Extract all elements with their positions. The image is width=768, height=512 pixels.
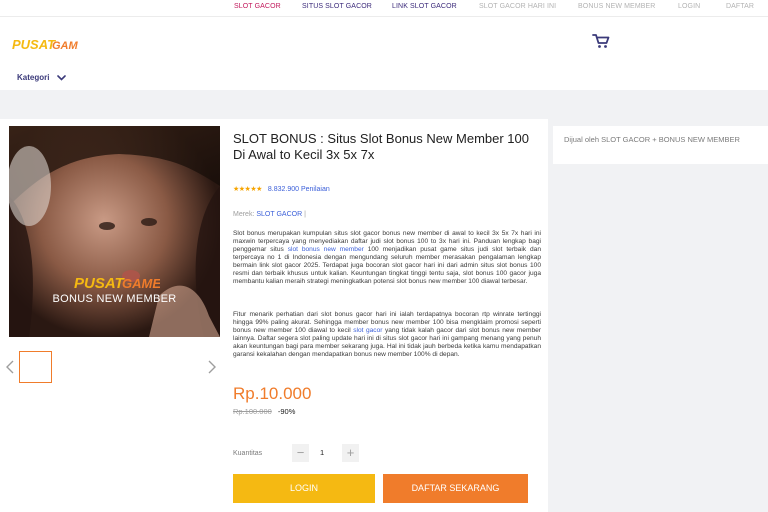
old-price-row: Rp.100.000 -90% xyxy=(233,407,295,416)
brand-separator: | xyxy=(304,211,306,218)
product-photo xyxy=(9,126,220,337)
svg-text:PUSAT: PUSAT xyxy=(74,275,126,292)
topnav-situs-slot-gacor[interactable]: SITUS SLOT GACOR xyxy=(302,3,372,10)
quantity-value[interactable]: 1 xyxy=(320,448,324,457)
top-nav: SLOT GACOR SITUS SLOT GACOR LINK SLOT GA… xyxy=(0,0,768,16)
site-logo[interactable]: PUSAT GAME xyxy=(12,35,78,53)
topnav-bonus-new-member[interactable]: BONUS NEW MEMBER xyxy=(578,3,655,10)
chevron-left-icon[interactable] xyxy=(6,360,14,374)
cart-icon[interactable] xyxy=(592,33,610,49)
brand-label: Merek: xyxy=(233,211,255,218)
original-price: Rp.100.000 xyxy=(233,407,272,416)
description-paragraph-2: Fitur menarik perhatian dari slot bonus … xyxy=(233,311,541,359)
rating-count[interactable]: 8.832.900 Penilaian xyxy=(268,186,330,193)
image-logo-mark: PUSAT GAME xyxy=(74,275,161,292)
price: Rp.10.000 xyxy=(233,384,312,403)
brand-row: Merek: SLOT GACOR | xyxy=(233,211,306,218)
description-paragraph-1: Slot bonus merupakan kumpulan situs slot… xyxy=(233,230,541,286)
chevron-right-icon[interactable] xyxy=(208,360,216,374)
svg-text:PUSAT: PUSAT xyxy=(12,37,56,52)
kategori-label: Kategori xyxy=(17,73,50,82)
topnav-login[interactable]: LOGIN xyxy=(678,3,700,10)
discount-badge: -90% xyxy=(277,407,296,416)
login-button[interactable]: LOGIN xyxy=(233,474,375,503)
svg-text:GAME: GAME xyxy=(52,40,78,52)
thumbnail-1[interactable] xyxy=(19,351,52,383)
topnav-daftar[interactable]: DAFTAR xyxy=(726,3,754,10)
topnav-slot-gacor-hari-ini[interactable]: SLOT GACOR HARI INI xyxy=(479,3,556,10)
desc2-link[interactable]: slot gacor xyxy=(353,327,382,334)
site-header: PUSAT GAME Kategori xyxy=(0,16,768,90)
desc1-link[interactable]: slot bonus new member xyxy=(288,246,364,253)
star-rating-icon: ★★★★★ xyxy=(233,186,262,193)
seller-box: Dijual oleh SLOT GACOR + BONUS NEW MEMBE… xyxy=(553,126,768,164)
topnav-link-slot-gacor[interactable]: LINK SLOT GACOR xyxy=(392,3,457,10)
product-title: SLOT BONUS : Situs Slot Bonus New Member… xyxy=(233,131,529,162)
kategori-dropdown[interactable]: Kategori xyxy=(17,73,67,82)
brand-link[interactable]: SLOT GACOR xyxy=(256,211,302,218)
rating-row: ★★★★★ 8.832.900 Penilaian xyxy=(233,185,330,194)
chevron-down-icon xyxy=(57,74,67,81)
seller-text: Dijual oleh SLOT GACOR + BONUS NEW MEMBE… xyxy=(564,135,740,144)
svg-text:GAME: GAME xyxy=(122,276,160,291)
quantity-label: Kuantitas xyxy=(233,450,263,457)
product-image[interactable]: PUSAT GAME BONUS NEW MEMBER xyxy=(9,126,220,337)
daftar-sekarang-button[interactable]: DAFTAR SEKARANG xyxy=(383,474,528,503)
quantity-decrease-button[interactable]: − xyxy=(292,444,309,462)
quantity-increase-button[interactable]: + xyxy=(342,444,359,462)
image-caption: BONUS NEW MEMBER xyxy=(52,293,177,305)
topnav-slot-gacor[interactable]: SLOT GACOR xyxy=(234,3,281,10)
